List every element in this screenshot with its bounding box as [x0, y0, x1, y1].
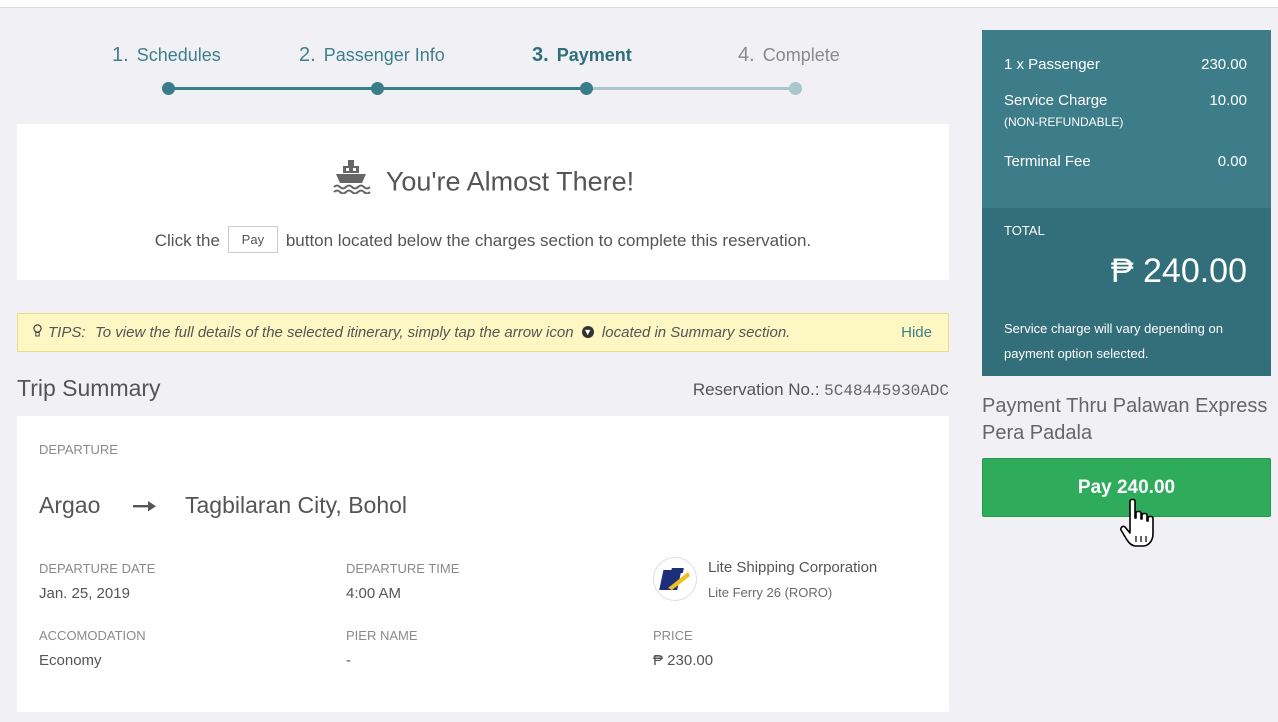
step-label: Schedules — [136, 45, 221, 65]
tips-text-after: located in Summary section. — [601, 324, 791, 341]
almost-title: You're Almost There! — [17, 160, 949, 205]
hide-tips-link[interactable]: Hide — [901, 324, 932, 341]
tips-banner: TIPS: To view the full details of the se… — [17, 313, 949, 352]
step-dot — [580, 82, 593, 95]
tips-text-before: To view the full details of the selected… — [95, 324, 574, 341]
step-label: Payment — [556, 45, 632, 65]
charge-amount: 0.00 — [1217, 153, 1247, 170]
almost-instructions: Click the Pay button located below the c… — [17, 226, 949, 255]
instruction-text: Click the — [154, 230, 220, 250]
step-dot — [162, 82, 175, 95]
price-value: ₱ 230.00 — [653, 652, 714, 669]
pay-chip: Pay — [227, 226, 279, 253]
step-payment: 3. Payment — [532, 44, 632, 67]
accommodation-value: Economy — [39, 652, 102, 669]
charge-row-service: Service Charge (NON-REFUNDABLE) 10.00 — [1004, 92, 1247, 129]
total-section: TOTAL ₱ 240.00 Service charge will vary … — [982, 208, 1271, 376]
charge-row-terminal: Terminal Fee 0.00 — [1004, 153, 1247, 170]
lightbulb-icon — [33, 324, 42, 340]
progress-track-remaining — [587, 87, 796, 90]
vessel-name: Lite Ferry 26 (RORO) — [708, 585, 833, 600]
instruction-text: button located below the charges section… — [285, 230, 812, 250]
trip-details-card: DEPARTURE Argao Tagbilaran City, Bohol D… — [17, 416, 949, 712]
charges-breakdown: 1 x Passenger 230.00 Service Charge (NON… — [982, 30, 1271, 208]
step-label: Complete — [762, 45, 840, 65]
step-dot — [371, 82, 384, 95]
step-label: Passenger Info — [323, 45, 445, 65]
step-number: 1. — [112, 44, 129, 66]
total-label: TOTAL — [1004, 223, 1045, 238]
pier-name-value: - — [346, 652, 351, 669]
charge-amount: 230.00 — [1201, 56, 1247, 73]
ship-icon — [332, 158, 372, 201]
departure-date: Jan. 25, 2019 — [39, 585, 130, 602]
step-dot — [789, 82, 802, 95]
tips-label: TIPS: — [48, 324, 86, 341]
charge-row-passenger: 1 x Passenger 230.00 — [1004, 56, 1247, 73]
reservation-code: 5C48445930ADC — [824, 382, 949, 400]
departure-date-label: DEPARTURE DATE — [39, 561, 156, 576]
step-complete: 4. Complete — [738, 44, 840, 67]
reservation-number: Reservation No.: 5C48445930ADC — [693, 380, 949, 400]
destination-port: Tagbilaran City, Bohol — [185, 492, 408, 518]
charge-label: Service Charge — [1004, 92, 1108, 109]
departure-time: 4:00 AM — [346, 585, 402, 602]
pier-name-label: PIER NAME — [346, 628, 418, 643]
charge-amount: 10.00 — [1209, 92, 1247, 109]
top-bar — [0, 0, 1278, 8]
step-number: 3. — [532, 44, 549, 66]
charge-sublabel: (NON-REFUNDABLE) — [1004, 115, 1124, 129]
departure-time-label: DEPARTURE TIME — [346, 561, 460, 576]
total-amount: ₱ 240.00 — [1110, 252, 1247, 290]
charge-label: Terminal Fee — [1004, 153, 1091, 170]
departure-section-label: DEPARTURE — [39, 442, 118, 457]
service-charge-note: Service charge will vary depending on pa… — [1004, 321, 1223, 361]
shipping-company-logo — [653, 557, 697, 601]
step-number: 4. — [738, 44, 755, 66]
progress-steps: 1. Schedules 2. Passenger Info 3. Payment 4… — [17, 40, 949, 100]
trip-summary-title: Trip Summary — [17, 375, 161, 401]
arrow-down-circle-icon: ▼ — [581, 326, 594, 339]
accommodation-label: ACCOMODATION — [39, 628, 146, 643]
almost-there-card: You're Almost There! Click the Pay butto… — [17, 124, 949, 280]
price-label: PRICE — [653, 628, 693, 643]
payment-method-label: Payment Thru Palawan Express Pera Padala — [982, 395, 1268, 444]
almost-title-text: You're Almost There! — [385, 166, 635, 197]
step-schedules[interactable]: 1. Schedules — [112, 44, 221, 67]
charges-panel: 1 x Passenger 230.00 Service Charge (NON… — [982, 30, 1271, 376]
arrow-right-icon — [133, 501, 156, 512]
reservation-label: Reservation No.: — [692, 380, 820, 399]
tips-text: To view the full details of the selected… — [95, 324, 790, 341]
origin-port: Argao — [39, 492, 101, 518]
step-number: 2. — [299, 44, 316, 66]
hand-cursor-icon — [1120, 498, 1154, 547]
shipping-company-name: Lite Shipping Corporation — [708, 559, 878, 576]
step-passenger-info[interactable]: 2. Passenger Info — [299, 44, 445, 67]
charge-label: 1 x Passenger — [1004, 56, 1100, 73]
